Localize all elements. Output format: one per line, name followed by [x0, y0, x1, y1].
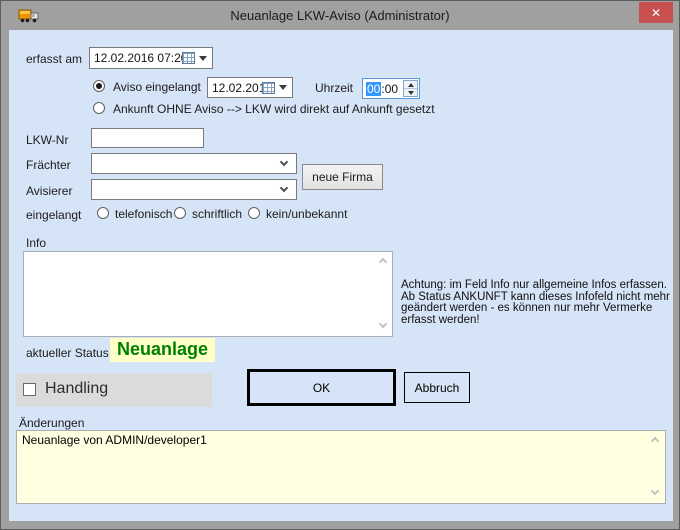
radio-ankunft-ohne-aviso[interactable] — [93, 102, 105, 114]
info-label: Info — [26, 236, 46, 250]
handling-checkbox-label[interactable]: Handling — [45, 380, 108, 398]
aktueller-status-label: aktueller Status — [26, 346, 109, 360]
eingelangt-label: eingelangt — [26, 208, 81, 222]
close-button[interactable]: ✕ — [639, 2, 673, 23]
handling-checkbox[interactable] — [23, 383, 36, 396]
radio-ankunft-ohne-aviso-label[interactable]: Ankunft OHNE Aviso --> LKW wird direkt a… — [113, 102, 435, 116]
radio-telefonisch-label[interactable]: telefonisch — [115, 207, 172, 221]
neue-firma-button-label: neue Firma — [312, 170, 373, 184]
close-icon: ✕ — [651, 6, 661, 20]
radio-kein-unbekannt[interactable] — [248, 207, 260, 219]
calendar-icon — [182, 52, 195, 64]
time-spinner[interactable] — [403, 80, 418, 97]
avisierer-label: Avisierer — [26, 184, 72, 198]
radio-schriftlich[interactable] — [174, 207, 186, 219]
warning-line: Achtung: im Feld Info nur allgemeine Inf… — [401, 280, 677, 292]
status-badge: Neuanlage — [110, 338, 215, 362]
titlebar[interactable]: Neuanlage LKW-Aviso (Administrator) ✕ — [1, 1, 679, 30]
chevron-down-icon[interactable] — [280, 158, 288, 166]
avisierer-combobox[interactable] — [91, 179, 297, 200]
lkw-nr-input[interactable] — [91, 128, 204, 148]
abbruch-button[interactable]: Abbruch — [404, 372, 470, 403]
warning-line: erfasst werden! — [401, 315, 677, 327]
info-warning-text: Achtung: im Feld Info nur allgemeine Inf… — [401, 280, 677, 327]
time-hours[interactable]: 00 — [366, 82, 381, 96]
time-minutes[interactable]: 00 — [385, 82, 398, 96]
uhrzeit-label: Uhrzeit — [315, 81, 353, 95]
erfasst-am-label: erfasst am — [26, 52, 82, 66]
aviso-datepicker[interactable]: 12.02.2016 — [207, 77, 293, 98]
erfasst-am-value: 12.02.2016 07:20 — [90, 51, 182, 65]
dropdown-arrow-icon[interactable] — [199, 56, 207, 61]
dropdown-arrow-icon[interactable] — [279, 85, 287, 90]
ok-button[interactable]: OK — [247, 369, 396, 406]
aenderungen-textarea-wrap: Neuanlage von ADMIN/developer1 — [16, 430, 666, 504]
aviso-date-value: 12.02.2016 — [208, 81, 262, 95]
radio-aviso-eingelangt-label[interactable]: Aviso eingelangt — [113, 80, 201, 94]
ok-button-label: OK — [313, 381, 330, 395]
info-textarea-wrap — [23, 251, 393, 337]
chevron-down-icon[interactable] — [280, 184, 288, 192]
erfasst-am-datetimepicker[interactable]: 12.02.2016 07:20 — [89, 47, 213, 69]
handling-panel: Handling — [16, 373, 212, 407]
aenderungen-label: Änderungen — [19, 416, 84, 430]
radio-schriftlich-label[interactable]: schriftlich — [192, 207, 242, 221]
uhrzeit-timepicker[interactable]: 00:00 — [362, 78, 420, 99]
radio-telefonisch[interactable] — [97, 207, 109, 219]
radio-kein-unbekannt-label[interactable]: kein/unbekannt — [266, 207, 347, 221]
spinner-down-icon[interactable] — [404, 89, 417, 96]
aenderungen-textarea[interactable]: Neuanlage von ADMIN/developer1 — [16, 430, 666, 504]
window-title: Neuanlage LKW-Aviso (Administrator) — [1, 8, 679, 23]
radio-aviso-eingelangt[interactable] — [93, 80, 105, 92]
dialog-window: Neuanlage LKW-Aviso (Administrator) ✕ er… — [0, 0, 680, 530]
calendar-icon — [262, 82, 275, 94]
fraechter-combobox[interactable] — [91, 153, 297, 174]
lkw-nr-label: LKW-Nr — [26, 133, 68, 147]
abbruch-button-label: Abbruch — [415, 381, 460, 395]
fraechter-label: Frächter — [26, 158, 71, 172]
info-textarea[interactable] — [23, 251, 393, 337]
neue-firma-button[interactable]: neue Firma — [302, 164, 383, 190]
spinner-up-icon[interactable] — [404, 81, 417, 88]
